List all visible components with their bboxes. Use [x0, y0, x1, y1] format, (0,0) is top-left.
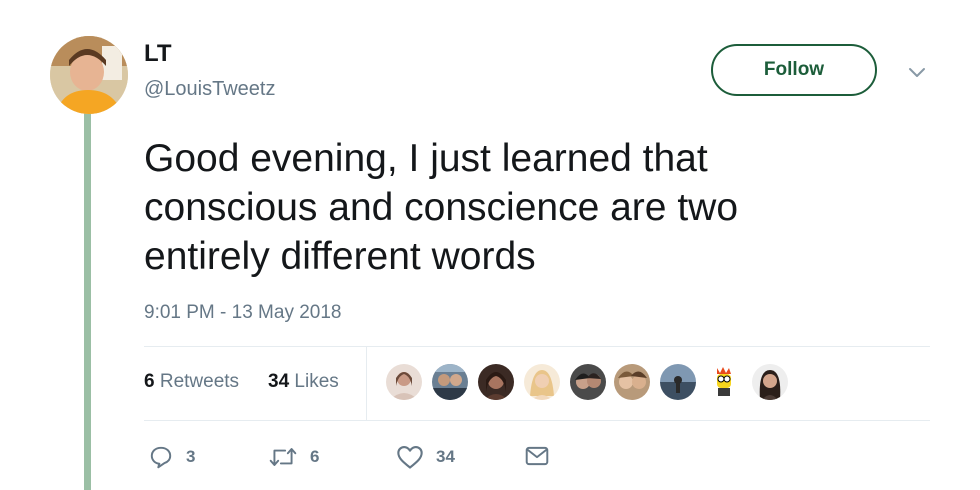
- direct-message-button[interactable]: [524, 444, 550, 468]
- likes-label: Likes: [294, 371, 339, 392]
- divider: [144, 346, 930, 347]
- liker-avatar[interactable]: [386, 364, 422, 400]
- retweets-stat[interactable]: 6 Retweets: [144, 371, 239, 393]
- likes-count: 34: [268, 371, 290, 392]
- like-count: 34: [436, 447, 455, 466]
- retweets-count: 6: [144, 371, 155, 392]
- liker-avatar[interactable]: [706, 364, 742, 400]
- retweet-icon: [269, 448, 297, 467]
- reply-count: 3: [186, 447, 196, 466]
- liker-avatar[interactable]: [432, 364, 468, 400]
- retweet-count: 6: [310, 447, 320, 466]
- retweet-button[interactable]: 6: [268, 444, 319, 470]
- divider: [144, 420, 930, 421]
- follow-button[interactable]: Follow: [711, 44, 877, 96]
- tweet-line: conscious and conscience are two: [144, 186, 739, 229]
- user-handle[interactable]: @LouisTweetz: [144, 78, 275, 101]
- tweet-timestamp[interactable]: 9:01 PM - 13 May 2018: [144, 302, 342, 324]
- liker-avatar[interactable]: [570, 364, 606, 400]
- retweets-label: Retweets: [159, 371, 240, 392]
- envelope-icon: [525, 446, 549, 466]
- like-button[interactable]: 34: [396, 444, 455, 470]
- thread-line: [84, 112, 91, 490]
- liker-avatar[interactable]: [752, 364, 788, 400]
- heart-icon: [397, 446, 423, 469]
- likes-stat[interactable]: 34 Likes: [268, 371, 339, 393]
- tweet-line: entirely different words: [144, 235, 536, 278]
- liker-avatar[interactable]: [478, 364, 514, 400]
- reply-button[interactable]: 3: [148, 444, 195, 470]
- profile-photo-icon: [50, 36, 128, 114]
- liker-avatar[interactable]: [660, 364, 696, 400]
- stats-separator: [366, 347, 367, 420]
- liker-avatar[interactable]: [614, 364, 650, 400]
- liker-avatar[interactable]: [524, 364, 560, 400]
- tweet-line: Good evening, I just learned that: [144, 137, 708, 180]
- chevron-down-icon[interactable]: [905, 60, 929, 84]
- display-name[interactable]: LT: [144, 40, 172, 68]
- tweet-text: Good evening, I just learned that consci…: [144, 134, 864, 281]
- avatar[interactable]: [50, 36, 128, 114]
- reply-icon: [150, 446, 172, 469]
